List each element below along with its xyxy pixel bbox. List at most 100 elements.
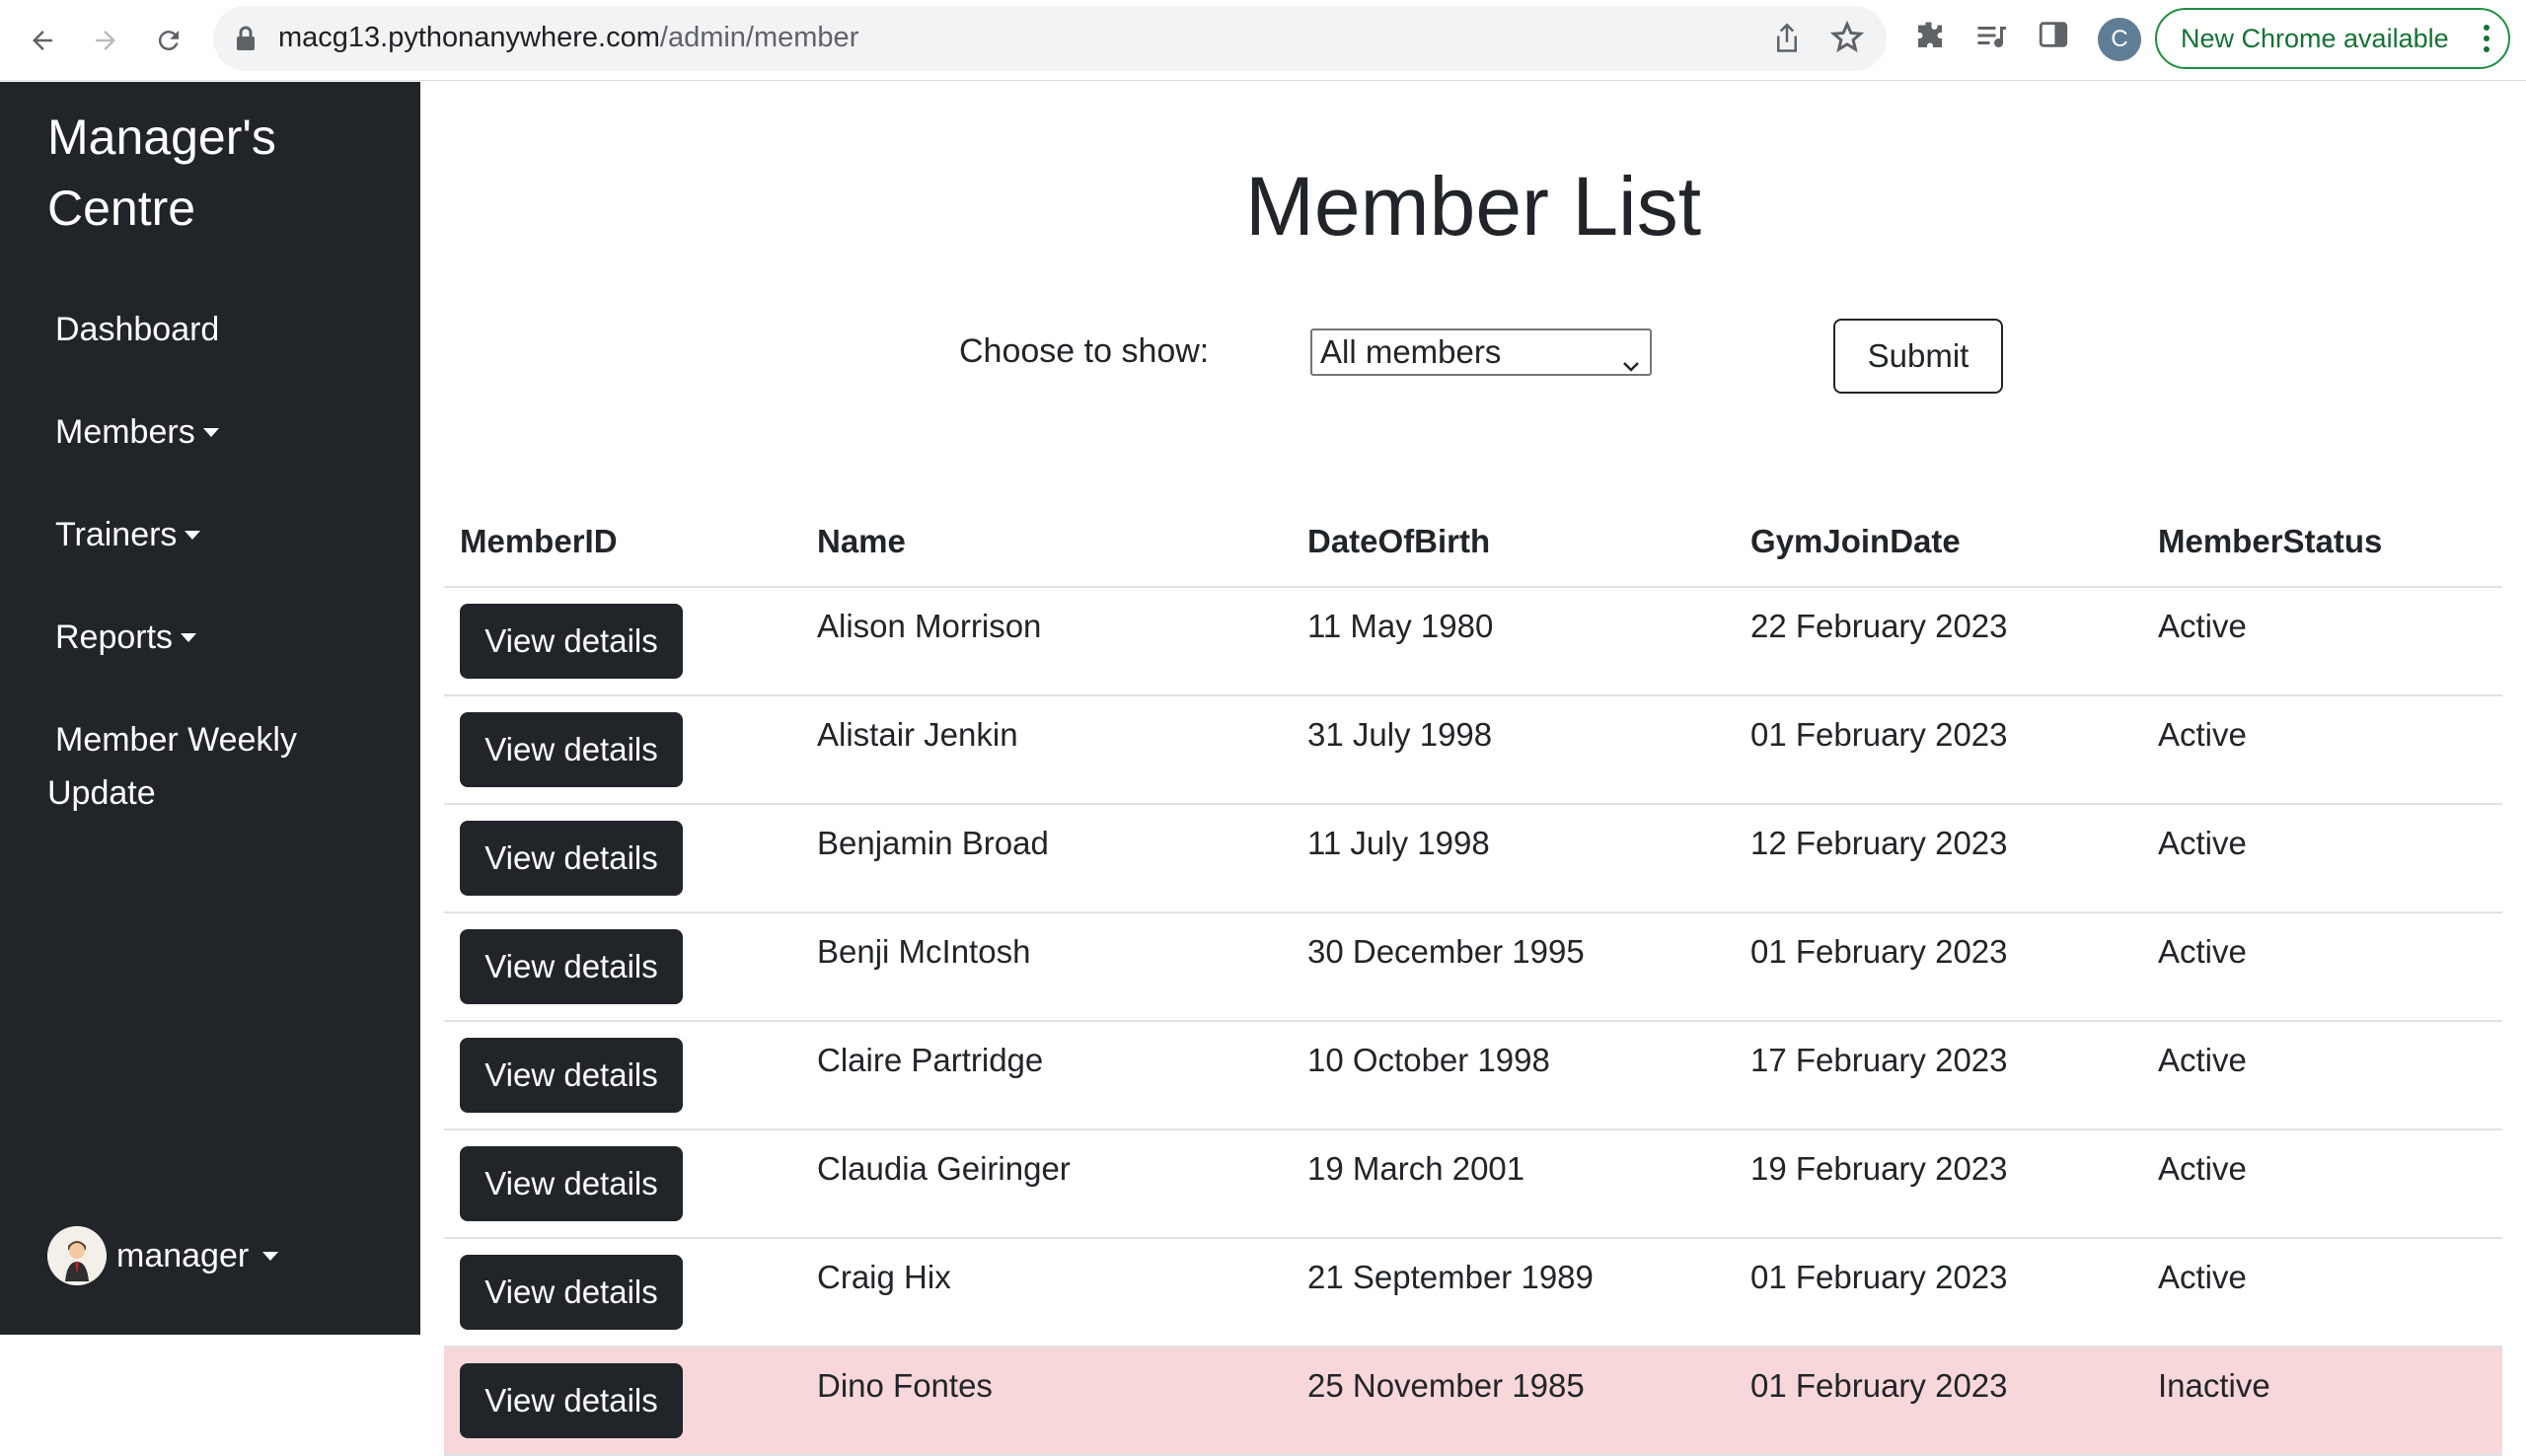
caret-down-icon (181, 633, 197, 642)
main-content: Member List Choose to show: All members … (420, 82, 2526, 1456)
member-status-cell: Active (2142, 695, 2502, 805)
gym-join-date-cell: 01 February 2023 (1735, 1238, 2142, 1347)
column-header: MemberID (444, 496, 801, 588)
sidebar-item-reports[interactable]: Reports (55, 619, 197, 657)
member-id-cell: View details (444, 1347, 801, 1456)
date-of-birth-cell: 11 May 1980 (1292, 587, 1735, 696)
sidebar-item-members[interactable]: Members (55, 413, 219, 452)
table-row: View details Claudia Geiringer 19 March 20… (444, 1129, 2502, 1239)
column-header: GymJoinDate (1735, 496, 2142, 588)
url-text: macg13.pythonanywhere.com/admin/member (278, 22, 859, 53)
gym-join-date-cell: 17 February 2023 (1735, 1021, 2142, 1130)
brand-title[interactable]: Manager's Centre (47, 102, 383, 244)
member-name-cell: Benjamin Broad (801, 804, 1292, 913)
member-id-cell: View details (444, 1021, 801, 1130)
sidebar-item-trainers[interactable]: Trainers (55, 516, 201, 554)
extensions-icon[interactable] (1912, 18, 1948, 58)
member-name-cell: Benji McIntosh (801, 912, 1292, 1022)
view-details-button[interactable]: View details (460, 929, 683, 1004)
member-name-cell: Alistair Jenkin (801, 695, 1292, 805)
table-header-row: MemberID Name DateOfBirth GymJoinDate Me… (444, 496, 2502, 588)
forward-icon[interactable] (81, 16, 130, 65)
member-name-cell: Alison Morrison (801, 587, 1292, 696)
submit-button[interactable]: Submit (1833, 319, 2003, 394)
column-header: DateOfBirth (1292, 496, 1735, 588)
bookmark-star-icon[interactable] (1829, 20, 1865, 60)
gym-join-date-cell: 12 February 2023 (1735, 804, 2142, 913)
date-of-birth-cell: 19 March 2001 (1292, 1129, 1735, 1239)
member-status-cell: Inactive (2142, 1347, 2502, 1456)
sidebar-item-label: Trainers (55, 516, 178, 553)
member-status-cell: Active (2142, 804, 2502, 913)
browser-toolbar: macg13.pythonanywhere.com/admin/member C… (0, 0, 2526, 81)
chrome-update-button[interactable]: New Chrome available (2155, 8, 2510, 69)
caret-down-icon (185, 531, 201, 540)
gym-join-date-cell: 01 February 2023 (1735, 912, 2142, 1022)
more-menu-icon (2483, 24, 2490, 60)
side-panel-icon[interactable] (2037, 18, 2070, 56)
page-title: Member List (1244, 160, 1702, 253)
gym-join-date-cell: 22 February 2023 (1735, 587, 2142, 696)
view-details-button[interactable]: View details (460, 1255, 683, 1330)
gym-join-date-cell: 01 February 2023 (1735, 1347, 2142, 1456)
member-id-cell: View details (444, 1238, 801, 1347)
date-of-birth-cell: 25 November 1985 (1292, 1347, 1735, 1456)
table-row: View details Alistair Jenkin 31 July 1998 0… (444, 695, 2502, 805)
date-of-birth-cell: 21 September 1989 (1292, 1238, 1735, 1347)
share-icon[interactable] (1772, 22, 1802, 60)
member-name-cell: Claudia Geiringer (801, 1129, 1292, 1239)
user-menu[interactable]: manager (47, 1226, 279, 1285)
sidebar-item-label: Reports (55, 619, 174, 656)
table-row: View details Craig Hix 21 September 1989 01… (444, 1238, 2502, 1347)
table-row: View details Benjamin Broad 11 July 1998 12… (444, 804, 2502, 913)
view-details-button[interactable]: View details (460, 1146, 683, 1221)
sidebar-item-member-weekly-update[interactable]: Member Weekly Update (47, 713, 343, 820)
view-details-button[interactable]: View details (460, 604, 683, 679)
member-status-cell: Active (2142, 587, 2502, 696)
back-icon[interactable] (18, 16, 67, 65)
member-id-cell: View details (444, 912, 801, 1022)
table-row: View details Alison Morrison 11 May 1980 22… (444, 587, 2502, 696)
lock-icon (235, 26, 257, 56)
caret-down-icon (262, 1251, 279, 1261)
reload-icon[interactable] (144, 16, 193, 65)
member-id-cell: View details (444, 1129, 801, 1239)
member-name-cell: Dino Fontes (801, 1347, 1292, 1456)
view-details-button[interactable]: View details (460, 712, 683, 787)
member-id-cell: View details (444, 695, 801, 805)
member-name-cell: Craig Hix (801, 1238, 1292, 1347)
gym-join-date-cell: 01 February 2023 (1735, 695, 2142, 805)
gym-join-date-cell: 19 February 2023 (1735, 1129, 2142, 1239)
member-status-cell: Active (2142, 1238, 2502, 1347)
sidebar: Manager's Centre Dashboard Members Train… (0, 82, 420, 1335)
member-status-cell: Active (2142, 912, 2502, 1022)
member-table: MemberID Name DateOfBirth GymJoinDate Me… (444, 496, 2502, 1456)
member-name-cell: Claire Partridge (801, 1021, 1292, 1130)
table-row: View details Dino Fontes 25 November 1985 0… (444, 1347, 2502, 1456)
member-filter-select[interactable]: All members (1310, 328, 1652, 376)
username: manager (116, 1236, 250, 1274)
sidebar-item-label: Members (55, 413, 195, 451)
caret-down-icon (202, 428, 219, 437)
profile-avatar[interactable]: C (2098, 18, 2141, 61)
chevron-down-icon (1622, 344, 1640, 382)
column-header: Name (801, 496, 1292, 588)
column-header: MemberStatus (2142, 496, 2502, 588)
address-bar[interactable]: macg13.pythonanywhere.com/admin/member (213, 6, 1887, 71)
date-of-birth-cell: 30 December 1995 (1292, 912, 1735, 1022)
date-of-birth-cell: 11 July 1998 (1292, 804, 1735, 913)
date-of-birth-cell: 31 July 1998 (1292, 695, 1735, 805)
view-details-button[interactable]: View details (460, 1363, 683, 1438)
avatar (47, 1226, 107, 1285)
view-details-button[interactable]: View details (460, 821, 683, 896)
member-status-cell: Active (2142, 1129, 2502, 1239)
selected-option: All members (1320, 333, 1502, 370)
media-control-icon[interactable] (1973, 18, 2009, 58)
member-status-cell: Active (2142, 1021, 2502, 1130)
filter-label: Choose to show: (959, 332, 1210, 370)
view-details-button[interactable]: View details (460, 1038, 683, 1113)
table-row: View details Claire Partridge 10 October 1… (444, 1021, 2502, 1130)
table-row: View details Benji McIntosh 30 December 19… (444, 912, 2502, 1022)
sidebar-item-label: Dashboard (55, 311, 220, 348)
sidebar-item-dashboard[interactable]: Dashboard (55, 311, 219, 349)
